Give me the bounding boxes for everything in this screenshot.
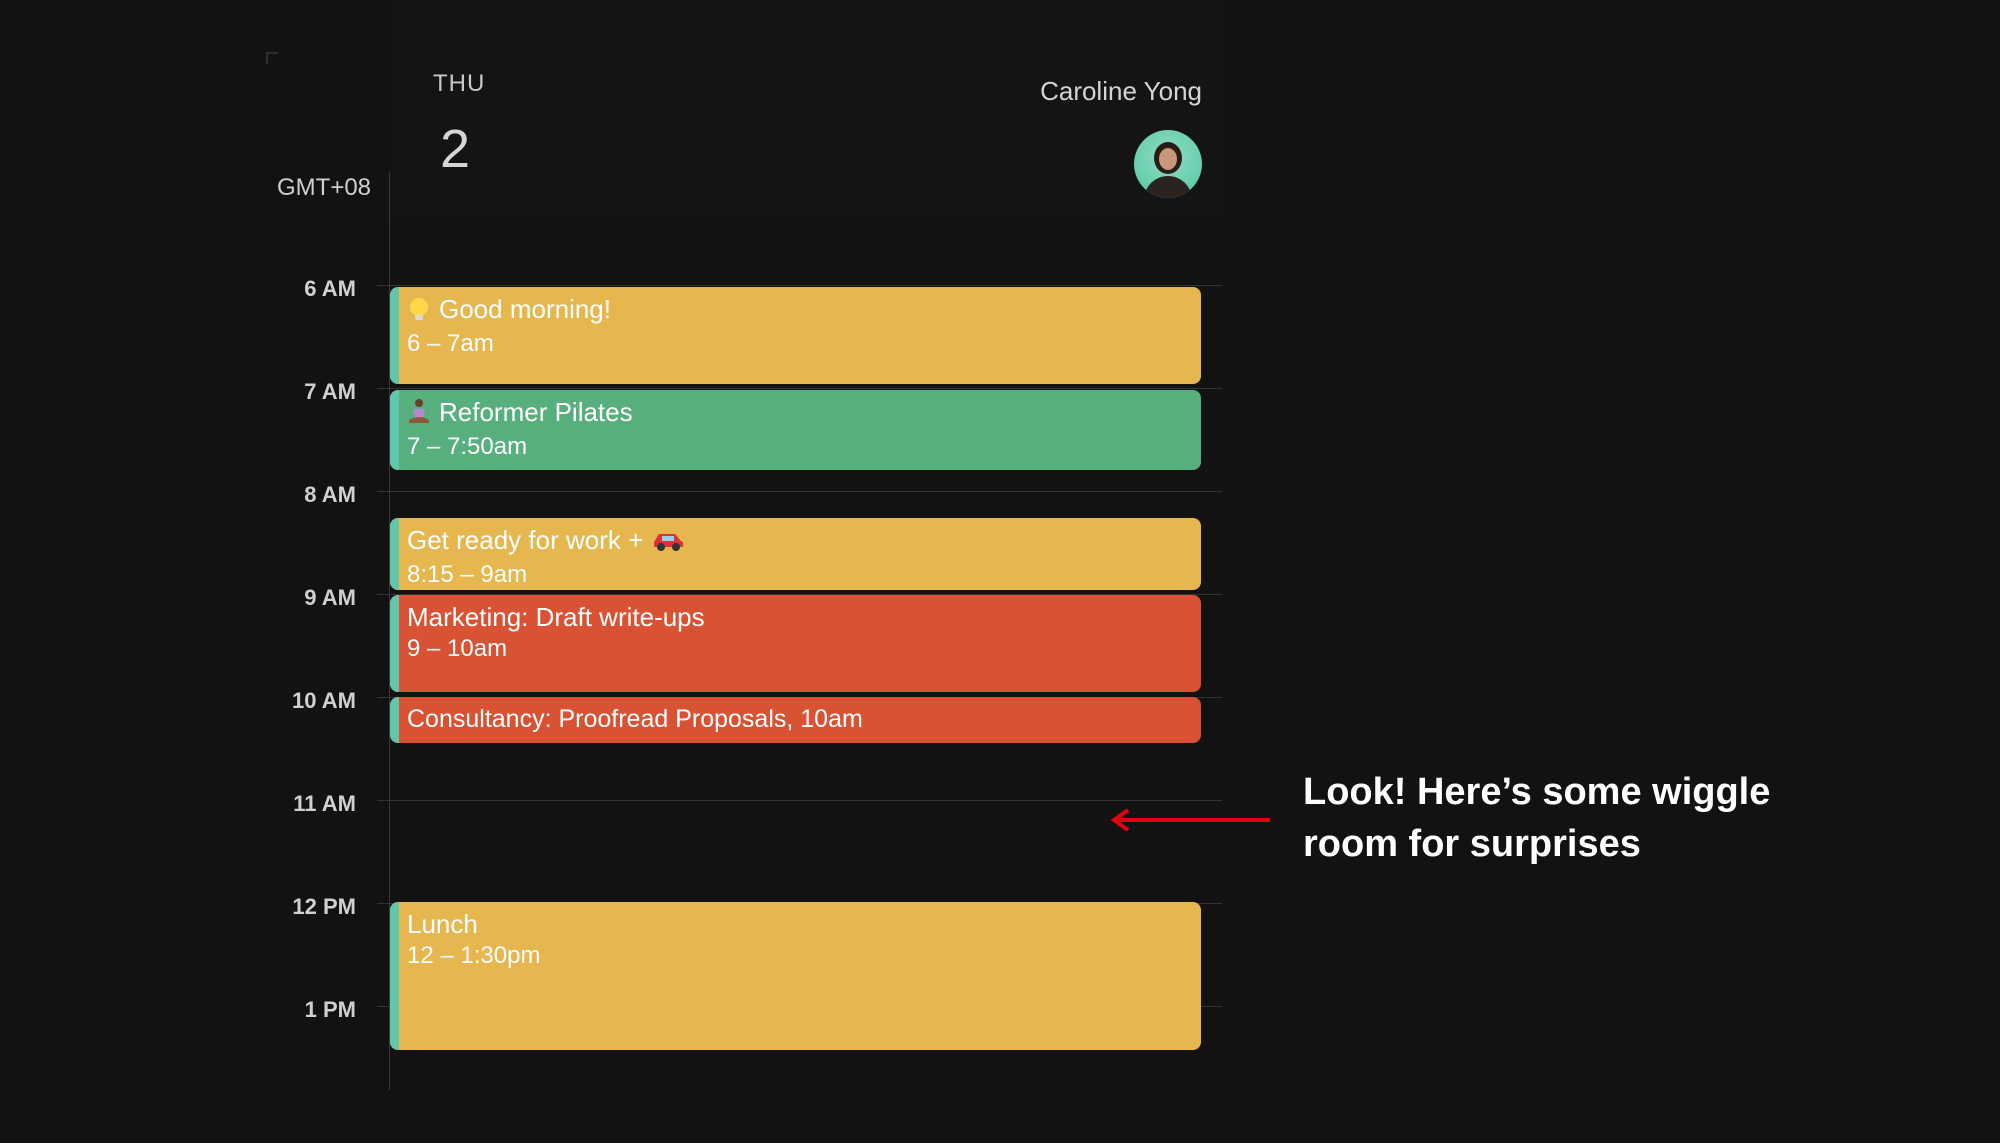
event-good-morning[interactable]: Good morning! 6 – 7am	[390, 287, 1201, 384]
person-in-lotus-icon	[407, 398, 431, 431]
calendar-owner-name: Caroline Yong	[1040, 76, 1202, 106]
event-time: 7 – 7:50am	[407, 433, 528, 460]
hour-tick	[377, 1006, 390, 1007]
event-time: 12 – 1:30pm	[407, 942, 541, 969]
hour-label: 7 AM	[304, 379, 356, 404]
event-title: Consultancy: Proofread Proposals,	[407, 705, 794, 733]
hour-gridline	[390, 388, 1222, 389]
red-arrow-icon	[1110, 808, 1270, 832]
event-marketing-draft[interactable]: Marketing: Draft write-ups 9 – 10am	[390, 595, 1201, 692]
hour-label: 9 AM	[304, 585, 356, 610]
event-time: 6 – 7am	[407, 330, 494, 357]
hour-tick	[377, 285, 390, 286]
hour-tick	[377, 388, 390, 389]
event-lunch[interactable]: Lunch 12 – 1:30pm	[390, 902, 1201, 1050]
hour-label: 6 AM	[304, 276, 356, 301]
hour-label: 10 AM	[292, 688, 356, 713]
hour-gridline	[390, 800, 1222, 801]
hour-label: 12 PM	[292, 894, 356, 919]
calendar-day-view: THU 2 Caroline Yong GMT+08 6 AM 7 AM 8 A…	[0, 0, 2000, 1143]
event-get-ready-for-work[interactable]: Get ready for work + 8:15 – 9am	[390, 518, 1201, 590]
event-title: Lunch	[407, 909, 478, 939]
event-time: 9 – 10am	[407, 635, 508, 662]
event-title: Reformer Pilates	[439, 397, 633, 427]
event-reformer-pilates[interactable]: Reformer Pilates 7 – 7:50am	[390, 390, 1201, 470]
event-consultancy-proofread[interactable]: Consultancy: Proofread Proposals, 10am	[390, 697, 1201, 743]
corner-mark	[266, 52, 278, 64]
sun-icon	[407, 295, 431, 328]
hour-tick	[377, 800, 390, 801]
event-time: 8:15 – 9am	[407, 561, 528, 588]
event-time: 10am	[800, 705, 863, 733]
day-number[interactable]: 2	[440, 118, 470, 180]
hour-tick	[377, 491, 390, 492]
hour-gridline	[390, 491, 1222, 492]
day-header	[390, 0, 1222, 218]
hour-tick	[377, 903, 390, 904]
timezone-label: GMT+08	[277, 174, 372, 201]
hour-tick	[377, 697, 390, 698]
avatar[interactable]	[1134, 130, 1202, 198]
event-title: Get ready for work +	[407, 525, 644, 555]
event-title: Good morning!	[439, 294, 611, 324]
hour-label: 11 AM	[293, 791, 356, 816]
car-icon	[651, 527, 685, 559]
day-of-week: THU	[433, 70, 486, 97]
hour-tick	[377, 594, 390, 595]
hour-label: 1 PM	[304, 997, 356, 1022]
hour-label: 8 AM	[304, 482, 356, 507]
hour-gridline	[390, 285, 1222, 286]
annotation-text: Look! Here’s some wiggle room for surpri…	[1303, 771, 1771, 865]
event-title: Marketing: Draft write-ups	[407, 602, 705, 632]
